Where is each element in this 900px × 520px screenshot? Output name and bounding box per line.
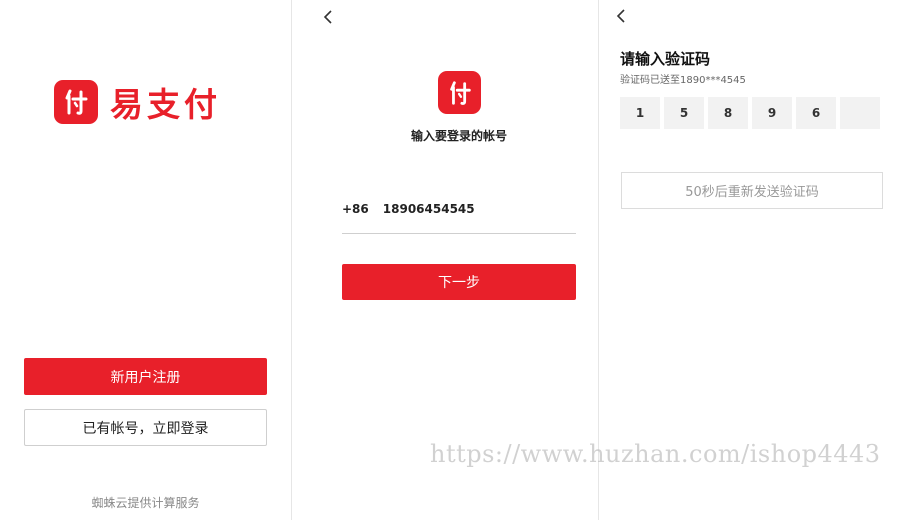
phone-value: 18906454545	[382, 202, 475, 216]
page-title: 请输入验证码	[620, 50, 711, 68]
screen-root: 易支付 新用户注册 已有帐号，立即登录 蜘蛛云提供计算服务 输入要登录的帐号 +…	[0, 0, 900, 520]
resend-button[interactable]: 50秒后重新发送验证码	[621, 172, 883, 209]
code-input[interactable]: 1 5 8 9 6	[620, 97, 884, 129]
pay-logo-icon	[54, 80, 98, 124]
code-digit[interactable]: 1	[620, 97, 660, 129]
code-sent-note: 验证码已送至1890***4545	[620, 75, 746, 86]
footer-note: 蜘蛛云提供计算服务	[91, 496, 200, 510]
brand-name: 易支付	[110, 85, 221, 124]
welcome-panel: 易支付 新用户注册 已有帐号，立即登录 蜘蛛云提供计算服务	[0, 0, 291, 520]
code-digit[interactable]: 9	[752, 97, 792, 129]
page-title: 输入要登录的帐号	[410, 129, 507, 143]
register-button[interactable]: 新用户注册	[24, 358, 267, 395]
code-digit[interactable]: 8	[708, 97, 748, 129]
pay-logo-icon	[438, 71, 481, 114]
watermark: https://www.huzhan.com/ishop4443	[430, 440, 881, 468]
code-digit[interactable]: 5	[664, 97, 704, 129]
code-digit[interactable]: 6	[796, 97, 836, 129]
chevron-left-icon[interactable]	[322, 9, 334, 29]
code-digit[interactable]	[840, 97, 880, 129]
next-button[interactable]: 下一步	[342, 264, 576, 300]
brand-logo: 易支付	[54, 78, 221, 126]
phone-input[interactable]: +86 18906454545	[342, 202, 475, 216]
chevron-left-icon[interactable]	[615, 8, 627, 28]
login-button[interactable]: 已有帐号，立即登录	[24, 409, 267, 446]
input-underline	[342, 233, 576, 234]
country-code[interactable]: +86	[342, 202, 369, 216]
